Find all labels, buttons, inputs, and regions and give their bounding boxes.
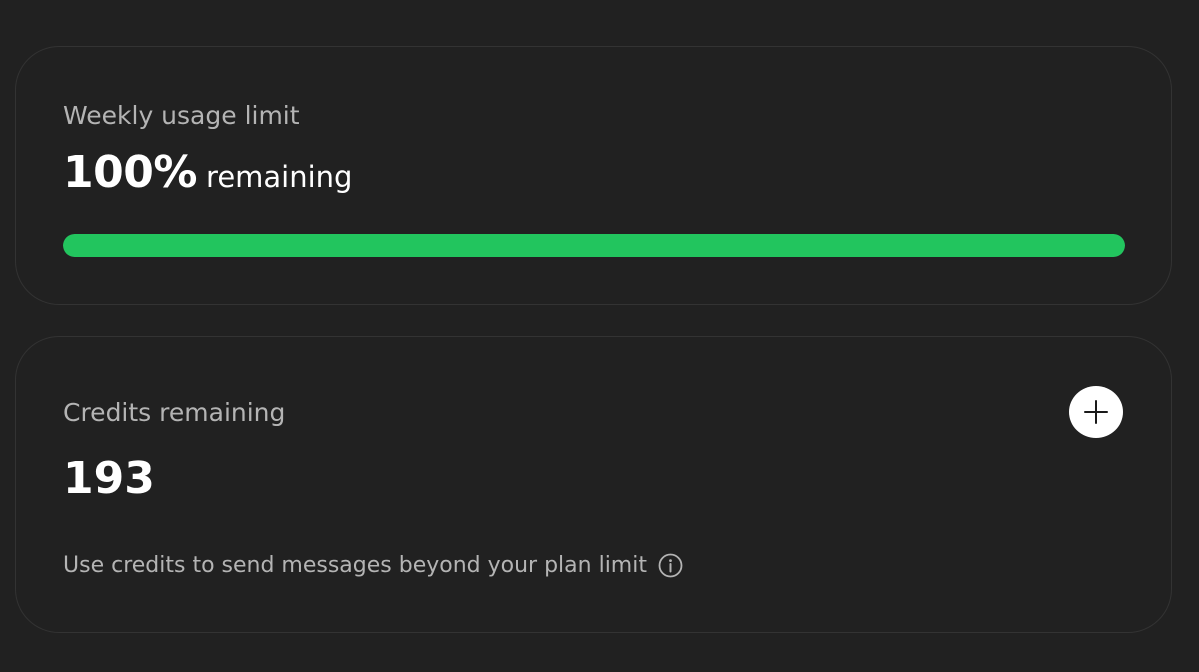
weekly-usage-title: Weekly usage limit (63, 101, 300, 130)
add-credits-button[interactable] (1069, 386, 1123, 438)
info-icon[interactable] (658, 553, 683, 578)
plus-icon (1084, 400, 1108, 424)
credits-footnote: Use credits to send messages beyond your… (63, 553, 683, 578)
credits-title: Credits remaining (63, 398, 286, 427)
usage-percent: 100% (63, 147, 197, 198)
credits-note: Use credits to send messages beyond your… (63, 552, 647, 578)
credits-card: Credits remaining 193 Use credits to sen… (15, 336, 1172, 633)
usage-remaining-label: remaining (206, 160, 353, 194)
usage-remaining: 100% remaining (63, 151, 352, 195)
credits-value: 193 (63, 453, 155, 504)
usage-progress-bar (63, 234, 1125, 257)
weekly-usage-card: Weekly usage limit 100% remaining (15, 46, 1172, 305)
usage-progress-fill (63, 234, 1125, 257)
